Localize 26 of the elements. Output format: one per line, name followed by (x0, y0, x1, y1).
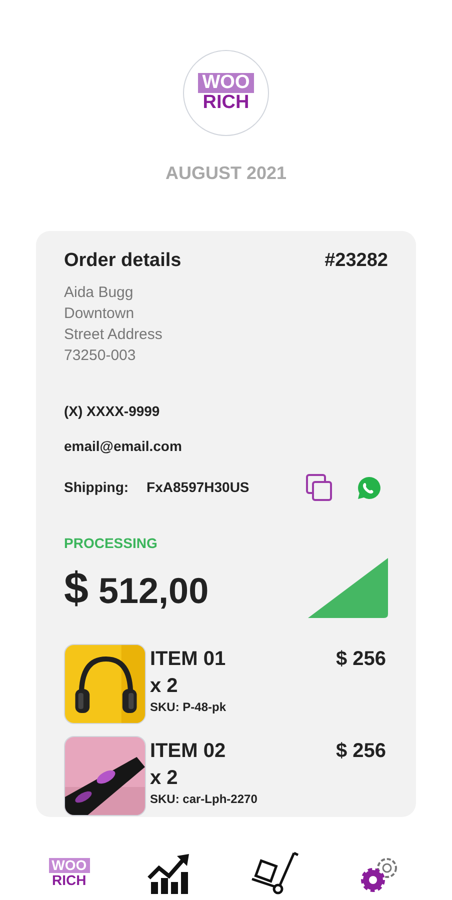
email-text: email@email.com (64, 436, 183, 456)
order-total: 512,00 (98, 568, 209, 612)
item-price: $ 256 (336, 738, 386, 764)
item-sku: SKU: P-48-pk (150, 698, 228, 716)
item-name: ITEM 01 (150, 646, 226, 672)
order-title: Order details (64, 249, 182, 273)
address-line: Aida Bugg (64, 282, 134, 302)
shipping-label: Shipping: (64, 478, 129, 497)
address-line: 73250-003 (64, 346, 137, 366)
shipping-code: FxA8597H30US (146, 478, 250, 497)
logo-top-text: WOO (198, 73, 254, 93)
logo-bottom-text: RICH (202, 93, 250, 113)
order-status: PROCESSING (64, 534, 158, 552)
address-line: Downtown (64, 304, 136, 324)
item-quantity: x 2 (150, 674, 179, 698)
item-price: $ 256 (336, 646, 386, 672)
period-title: AUGUST 2021 (165, 162, 287, 185)
chat-bubble-icon[interactable] (356, 474, 382, 500)
currency-sign: $ (64, 564, 88, 614)
item-sku: SKU: car-Lph-2270 (150, 790, 258, 808)
item-name: ITEM 02 (150, 738, 226, 764)
item-quantity: x 2 (150, 766, 179, 790)
copy-icon[interactable] (304, 472, 334, 502)
phone-text: (X) XXXX-9999 (64, 402, 161, 421)
order-number: #23282 (324, 249, 388, 273)
address-line: Street Address (64, 324, 164, 344)
